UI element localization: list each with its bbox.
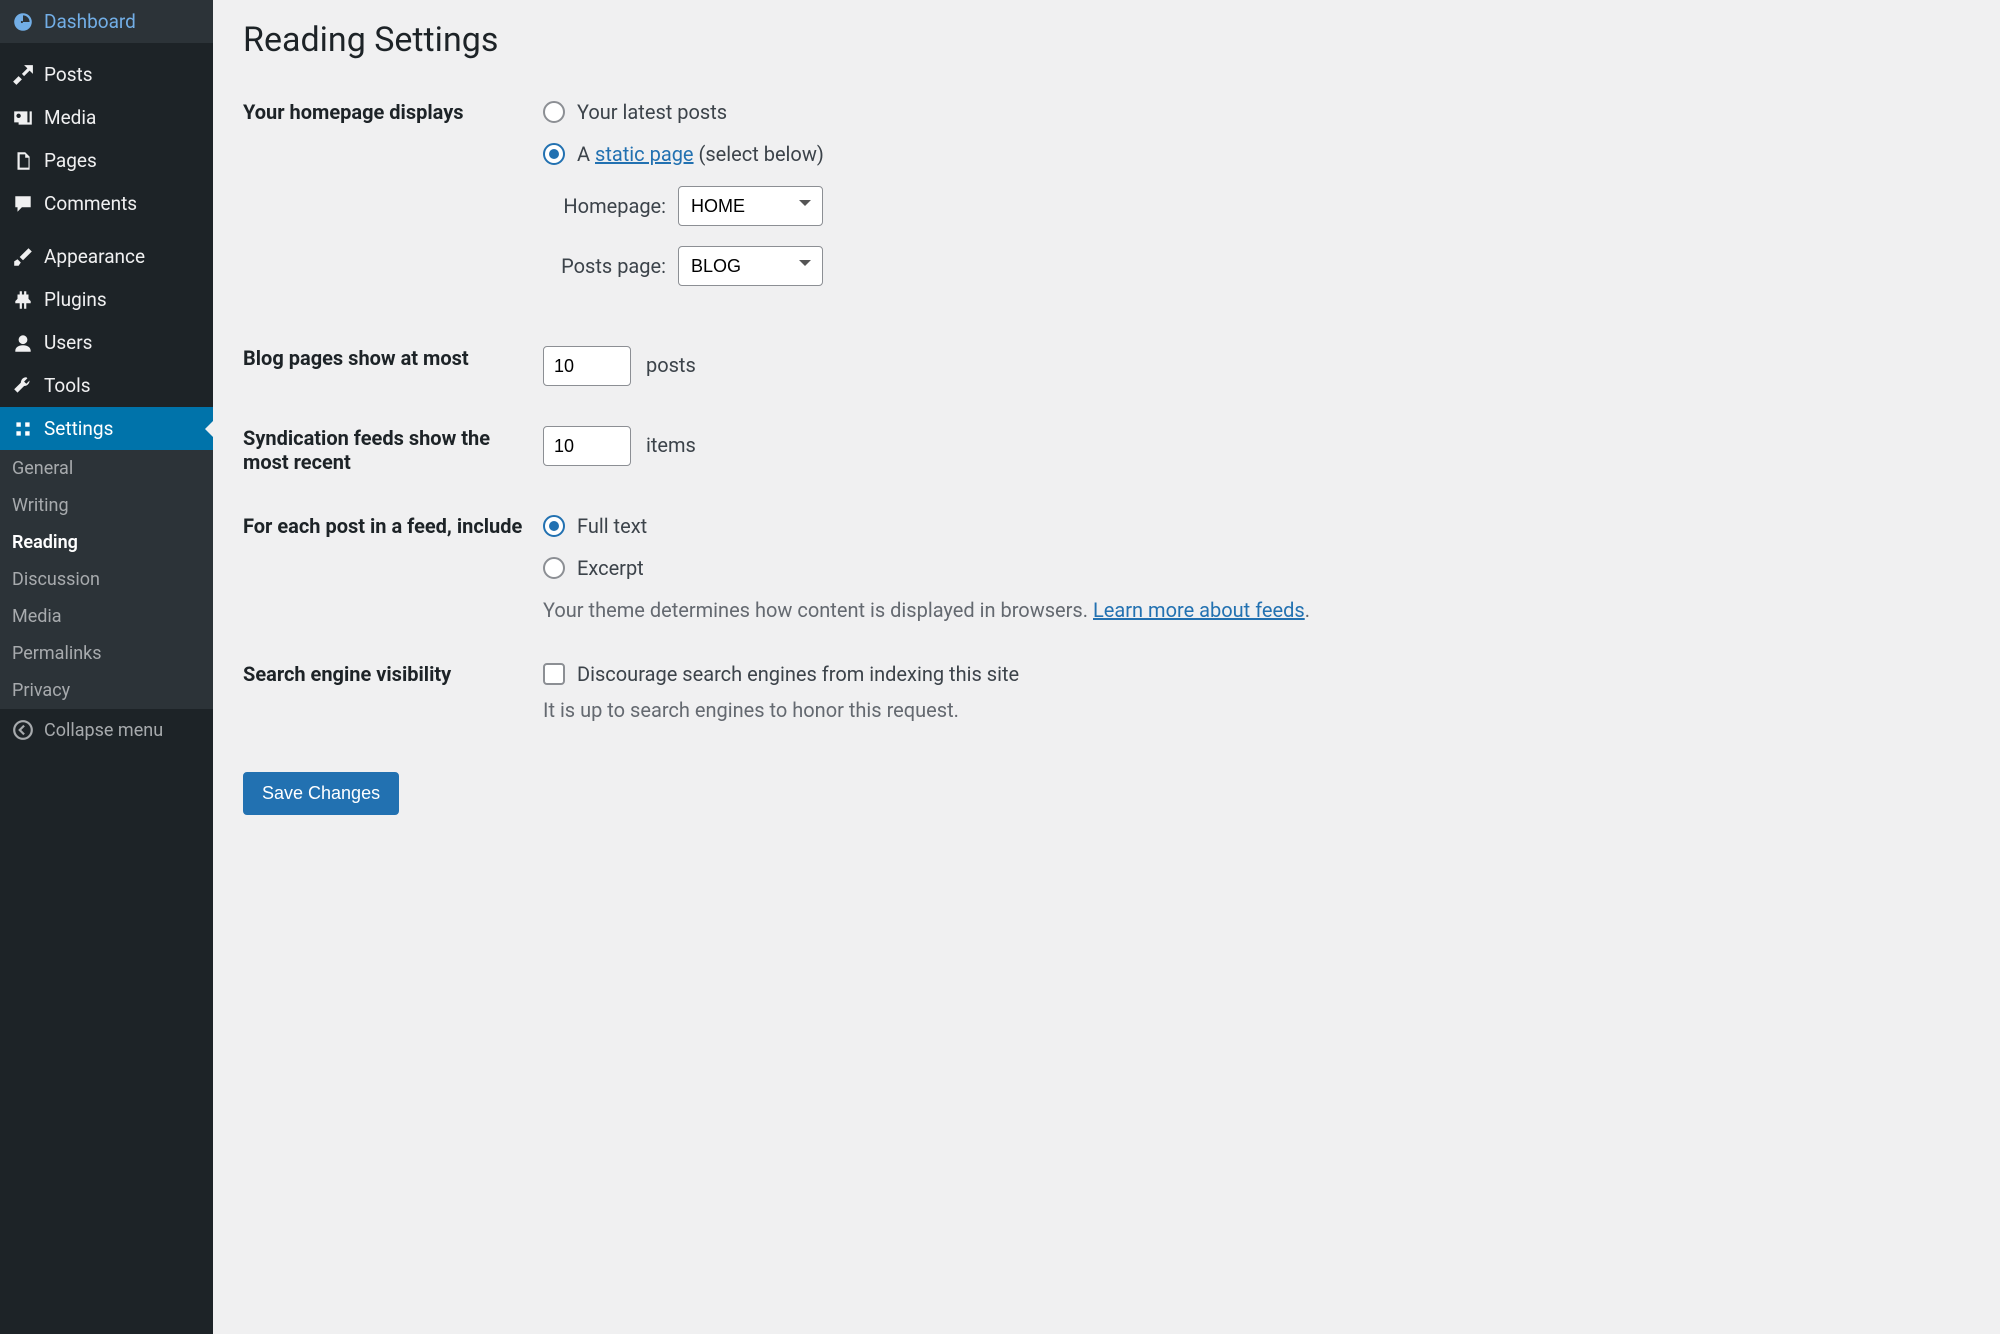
comments-icon: [12, 193, 34, 215]
menu-users[interactable]: Users: [0, 321, 213, 364]
menu-label: Users: [44, 331, 92, 354]
settings-submenu: General Writing Reading Discussion Media…: [0, 450, 213, 709]
menu-label: Media: [44, 106, 96, 129]
homepage-displays-label: Your homepage displays: [243, 100, 543, 124]
media-icon: [12, 107, 34, 129]
menu-label: Appearance: [44, 245, 145, 268]
tools-icon: [12, 375, 34, 397]
static-page-link[interactable]: static page: [595, 142, 694, 166]
menu-label: Posts: [44, 63, 93, 86]
submenu-permalinks[interactable]: Permalinks: [0, 635, 213, 672]
feed-note-prefix: Your theme determines how content is dis…: [543, 598, 1093, 622]
dashboard-icon: [12, 11, 34, 33]
menu-label: Tools: [44, 374, 91, 397]
blog-pages-unit: posts: [646, 353, 696, 377]
submenu-discussion[interactable]: Discussion: [0, 561, 213, 598]
posts-page-select-label: Posts page:: [561, 254, 666, 278]
menu-label: Pages: [44, 149, 97, 172]
menu-settings[interactable]: Settings: [0, 407, 213, 450]
menu-label: Plugins: [44, 288, 107, 311]
collapse-label: Collapse menu: [44, 720, 163, 741]
menu-tools[interactable]: Tools: [0, 364, 213, 407]
menu-media[interactable]: Media: [0, 96, 213, 139]
admin-sidebar: Dashboard Posts Media Pages Comments: [0, 0, 213, 1334]
menu-posts[interactable]: Posts: [0, 53, 213, 96]
radio-static-suffix: (select below): [694, 142, 824, 166]
brush-icon: [12, 246, 34, 268]
menu-pages[interactable]: Pages: [0, 139, 213, 182]
pages-icon: [12, 150, 34, 172]
menu-comments[interactable]: Comments: [0, 182, 213, 225]
homepage-select-label: Homepage:: [563, 194, 666, 218]
radio-latest-posts-label: Your latest posts: [577, 100, 727, 124]
radio-static-page[interactable]: [543, 143, 565, 165]
homepage-select[interactable]: HOME: [678, 186, 823, 226]
radio-static-prefix: A: [577, 142, 595, 166]
syndication-label: Syndication feeds show the most recent: [243, 426, 543, 474]
syndication-input[interactable]: [543, 426, 631, 466]
main-content: Reading Settings Your homepage displays …: [213, 0, 2000, 1334]
blog-pages-label: Blog pages show at most: [243, 346, 543, 370]
blog-pages-input[interactable]: [543, 346, 631, 386]
menu-plugins[interactable]: Plugins: [0, 278, 213, 321]
settings-icon: [12, 418, 34, 440]
plugins-icon: [12, 289, 34, 311]
learn-more-feeds-link[interactable]: Learn more about feeds: [1093, 598, 1305, 622]
search-engine-note: It is up to search engines to honor this…: [543, 698, 1970, 722]
syndication-unit: items: [646, 433, 696, 457]
radio-full-text[interactable]: [543, 515, 565, 537]
menu-dashboard[interactable]: Dashboard: [0, 0, 213, 43]
pin-icon: [12, 64, 34, 86]
radio-latest-posts[interactable]: [543, 101, 565, 123]
submenu-general[interactable]: General: [0, 450, 213, 487]
search-engine-label: Search engine visibility: [243, 662, 543, 686]
feed-note-suffix: .: [1305, 598, 1310, 622]
posts-page-select[interactable]: BLOG: [678, 246, 823, 286]
radio-full-text-label: Full text: [577, 514, 647, 538]
menu-label: Comments: [44, 192, 137, 215]
radio-excerpt[interactable]: [543, 557, 565, 579]
page-title: Reading Settings: [243, 20, 1970, 60]
users-icon: [12, 332, 34, 354]
submenu-writing[interactable]: Writing: [0, 487, 213, 524]
menu-label: Settings: [44, 417, 113, 440]
menu-appearance[interactable]: Appearance: [0, 235, 213, 278]
save-button[interactable]: Save Changes: [243, 772, 399, 815]
collapse-icon: [12, 719, 34, 741]
collapse-menu[interactable]: Collapse menu: [0, 709, 213, 751]
menu-label: Dashboard: [44, 10, 136, 33]
submenu-privacy[interactable]: Privacy: [0, 672, 213, 709]
search-engine-checkbox[interactable]: [543, 663, 565, 685]
radio-excerpt-label: Excerpt: [577, 556, 644, 580]
feed-include-label: For each post in a feed, include: [243, 514, 543, 538]
submenu-reading[interactable]: Reading: [0, 524, 213, 561]
search-engine-checkbox-label: Discourage search engines from indexing …: [577, 662, 1019, 686]
submenu-media[interactable]: Media: [0, 598, 213, 635]
